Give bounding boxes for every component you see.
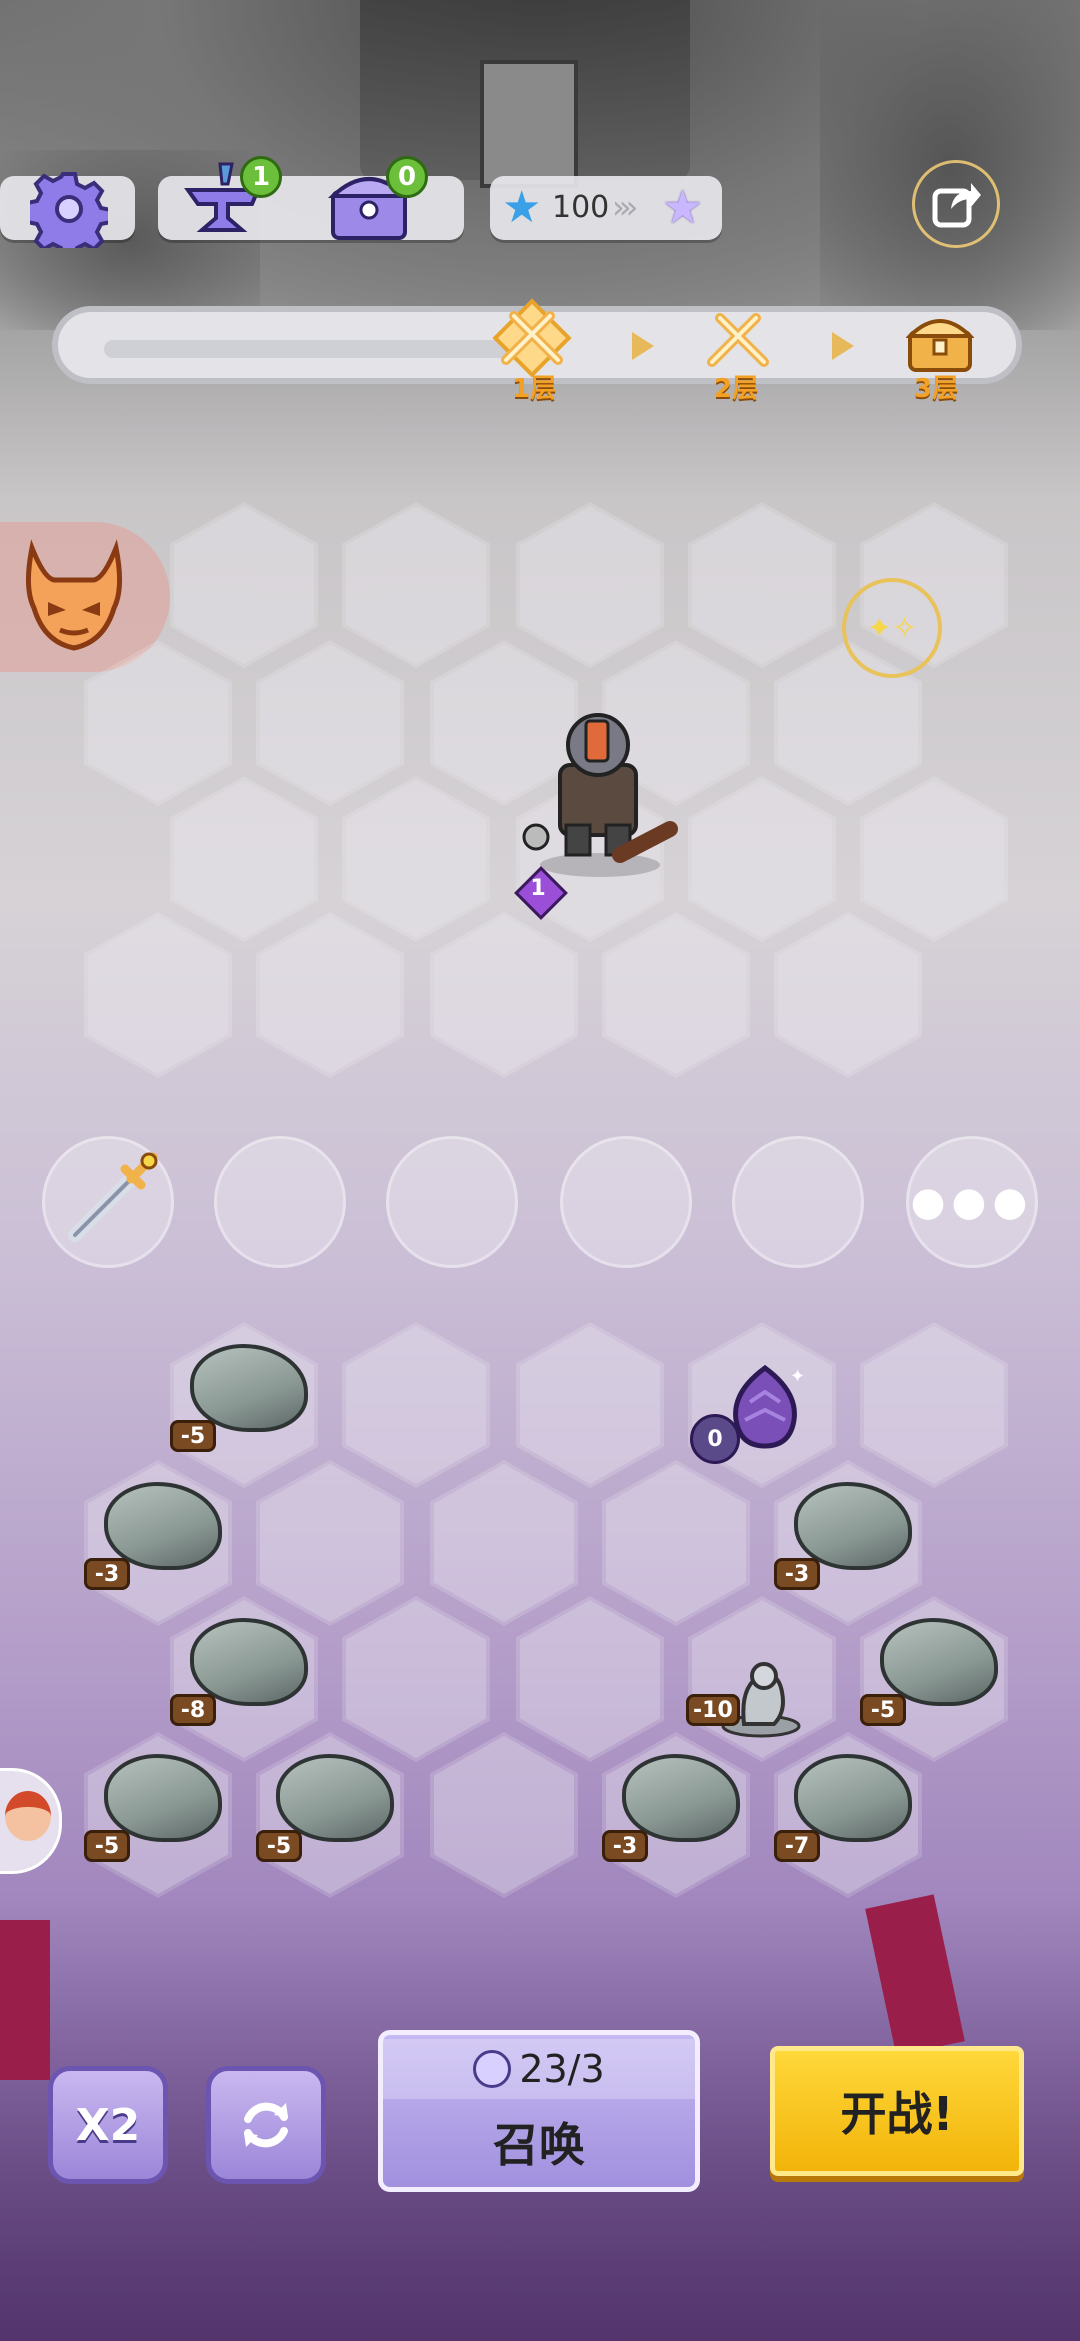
summon-coin-icon bbox=[473, 2050, 512, 2088]
more-dots-icon: ●●● bbox=[910, 1179, 1034, 1225]
crossed-swords-icon bbox=[707, 313, 769, 367]
share-icon bbox=[932, 183, 981, 228]
rock-cost: -5 bbox=[170, 1420, 216, 1452]
bench-cell[interactable] bbox=[516, 1596, 664, 1762]
battle-cell[interactable] bbox=[516, 502, 664, 668]
summon-button[interactable]: 23/3 召唤 bbox=[378, 2030, 700, 2192]
floor-2-marker bbox=[700, 302, 776, 378]
rock-cost: -3 bbox=[84, 1558, 130, 1590]
floor-1-marker bbox=[492, 298, 572, 378]
floor-arrow-1 bbox=[632, 332, 654, 360]
armored-warrior-sprite bbox=[522, 713, 678, 877]
battle-cell[interactable] bbox=[342, 776, 490, 942]
equipment-slot-2[interactable] bbox=[214, 1136, 346, 1268]
battle-cell[interactable] bbox=[688, 502, 836, 668]
bench-cell[interactable] bbox=[342, 1322, 490, 1488]
battle-cell[interactable] bbox=[170, 502, 318, 668]
bench-cell[interactable] bbox=[430, 1732, 578, 1898]
refresh-button[interactable] bbox=[206, 2066, 326, 2184]
battle-cell[interactable] bbox=[170, 776, 318, 942]
chest-count-badge: 0 bbox=[386, 156, 428, 198]
start-battle-button[interactable]: 开战! bbox=[770, 2046, 1024, 2176]
battle-cell[interactable] bbox=[860, 776, 1008, 942]
star-value: 100 bbox=[552, 190, 610, 225]
bench-cell[interactable] bbox=[342, 1596, 490, 1762]
blue-star-icon: ★ bbox=[502, 182, 542, 233]
equipment-more-button[interactable]: ●●● bbox=[906, 1136, 1038, 1268]
bench-cell[interactable] bbox=[430, 1460, 578, 1626]
bench-cell[interactable] bbox=[860, 1322, 1008, 1488]
battle-cell[interactable] bbox=[256, 912, 404, 1078]
bench-cell[interactable] bbox=[602, 1460, 750, 1626]
battle-cell[interactable] bbox=[602, 912, 750, 1078]
avatar-face bbox=[5, 1791, 51, 1841]
floor-2-label: 2层 bbox=[714, 374, 759, 404]
sparkle-icon: ✦✧ bbox=[866, 610, 918, 646]
speed-x2-button[interactable]: X2 bbox=[48, 2066, 168, 2184]
battle-cell[interactable] bbox=[342, 502, 490, 668]
summon-cost-row: 23/3 bbox=[383, 2039, 695, 2099]
battle-cell[interactable] bbox=[430, 912, 578, 1078]
rock-cost: -7 bbox=[774, 1830, 820, 1862]
crossed-swords-icon bbox=[492, 298, 572, 378]
share-button[interactable] bbox=[912, 160, 1000, 248]
egg-cost: 0 bbox=[707, 1426, 723, 1452]
equipment-slot-1[interactable] bbox=[42, 1136, 174, 1268]
gear-icon bbox=[25, 172, 113, 260]
start-battle-label: 开战! bbox=[840, 2087, 954, 2141]
floor-arrow-2 bbox=[832, 332, 854, 360]
egg-cost-badge: 0 bbox=[690, 1414, 740, 1464]
rock-cost: -5 bbox=[256, 1830, 302, 1862]
floor-3-marker bbox=[905, 310, 975, 374]
summon-count: 23/3 bbox=[519, 2047, 605, 2091]
rock-cost: -5 bbox=[84, 1830, 130, 1862]
summon-label: 召唤 bbox=[493, 2118, 585, 2172]
rock-cost: -5 bbox=[860, 1694, 906, 1726]
battle-cell[interactable] bbox=[84, 912, 232, 1078]
rock-cost: -8 bbox=[170, 1694, 216, 1726]
chevrons-icon: ››› bbox=[612, 188, 639, 226]
floor-1-label: 1层 bbox=[512, 374, 557, 404]
refresh-icon bbox=[244, 2102, 288, 2148]
bench-cell[interactable] bbox=[516, 1322, 664, 1488]
purple-star-icon: ★ bbox=[662, 180, 704, 234]
sparkle-ring[interactable]: ✦✧ bbox=[842, 578, 942, 678]
hero-level: 1 bbox=[530, 876, 546, 901]
dagger-icon bbox=[68, 1152, 158, 1242]
background-banner-left bbox=[0, 1920, 50, 2080]
treasure-chest-icon bbox=[905, 319, 975, 372]
battle-cell[interactable] bbox=[774, 912, 922, 1078]
floor-progress-fill bbox=[104, 340, 534, 358]
rock-cost: -3 bbox=[602, 1830, 648, 1862]
hero-unit[interactable] bbox=[520, 705, 680, 885]
battle-cell[interactable] bbox=[688, 776, 836, 942]
settings-button[interactable] bbox=[25, 170, 113, 260]
hero-level-badge: 1 bbox=[514, 866, 568, 920]
equipment-slot-4[interactable] bbox=[560, 1136, 692, 1268]
anvil-count-badge: 1 bbox=[240, 156, 282, 198]
equipment-slot-5[interactable] bbox=[732, 1136, 864, 1268]
rock-cost: -3 bbox=[774, 1558, 820, 1590]
statue-cost: -10 bbox=[686, 1694, 740, 1726]
avatar[interactable] bbox=[0, 1768, 62, 1874]
battle-cell[interactable] bbox=[256, 640, 404, 806]
svg-text:✦: ✦ bbox=[790, 1366, 805, 1387]
bench-cell[interactable] bbox=[256, 1460, 404, 1626]
speed-label: X2 bbox=[75, 2099, 141, 2151]
equipment-slot-3[interactable] bbox=[386, 1136, 518, 1268]
demon-mask-icon bbox=[26, 539, 122, 651]
floor-3-label: 3层 bbox=[914, 374, 959, 404]
background-shrine-door bbox=[480, 60, 578, 188]
